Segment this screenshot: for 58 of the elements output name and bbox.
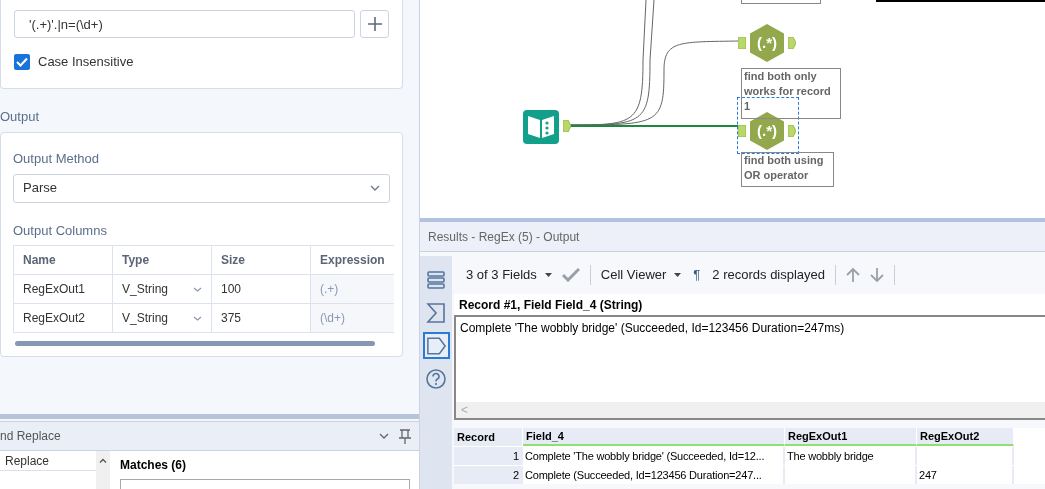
- column-header[interactable]: Field_4: [523, 428, 785, 446]
- checkmark-icon[interactable]: [561, 268, 580, 282]
- column-header[interactable]: RegExOut1: [785, 428, 917, 446]
- book-icon[interactable]: [523, 108, 559, 144]
- fields-dropdown[interactable]: 3 of 3 Fields: [466, 265, 552, 285]
- field-label: Output Columns: [13, 221, 108, 240]
- scroll-up-icon[interactable]: [99, 458, 107, 463]
- input-anchor[interactable]: [738, 125, 746, 137]
- tag-icon[interactable]: [422, 332, 450, 359]
- column-header: Type: [113, 246, 212, 275]
- chevron-icon[interactable]: [379, 433, 389, 439]
- chevron-icon: [193, 286, 202, 292]
- caret-icon: [544, 273, 552, 277]
- records-count: 2 records displayed: [712, 266, 826, 285]
- caret-icon: [674, 273, 682, 277]
- chevron-icon: [370, 185, 380, 191]
- viewer-dropdown[interactable]: Cell Viewer: [600, 265, 682, 285]
- type-dropdown[interactable]: V_String: [113, 275, 212, 304]
- scrollbar[interactable]: [15, 341, 375, 346]
- annotation: find both only works for record 1: [741, 68, 841, 119]
- field-label: Output Method: [13, 150, 100, 168]
- table-cell: 247: [917, 466, 1014, 484]
- column-header[interactable]: Record: [454, 428, 523, 446]
- regex-field[interactable]: '(.+)'.|n=(\d+): [14, 10, 355, 38]
- pilcrow-button[interactable]: ¶: [691, 265, 703, 285]
- add-button[interactable]: [360, 10, 389, 38]
- section-heading: Output: [0, 107, 41, 126]
- output-anchor[interactable]: [563, 120, 571, 132]
- panel-title: Results - RegEx (5) - Output: [428, 228, 580, 246]
- table-cell: Complete 'The wobbly bridge' (Succeeded, Id=12...: [523, 447, 785, 465]
- table-cell: (.+): [311, 275, 394, 304]
- table-cell: The wobbly bridge: [785, 447, 917, 465]
- pin-icon[interactable]: [399, 428, 411, 444]
- plus-icon: [367, 17, 382, 31]
- down-arrow-icon[interactable]: [870, 267, 885, 283]
- matches-heading: Matches (6): [120, 457, 188, 474]
- annotation: find both using OR operator: [741, 152, 834, 187]
- table-cell: RegExOut1: [14, 275, 113, 304]
- row-number: 2: [454, 466, 523, 484]
- table-cell: RegExOut2: [14, 304, 113, 333]
- checkbox-label: Case Insensitive: [38, 53, 134, 71]
- column-header: Name: [14, 246, 113, 275]
- cell-value: Complete 'The wobbly bridge' (Succeeded, Id=123456 Duration=247ms): [459, 320, 846, 337]
- type-dropdown[interactable]: V_String: [113, 304, 212, 333]
- column-header: Size: [212, 246, 311, 275]
- column-header[interactable]: RegExOut2: [917, 428, 1014, 446]
- input-anchor[interactable]: [738, 37, 746, 49]
- row-number: 1: [454, 447, 523, 465]
- table-cell: Complete (Succeeded, Id=123456 Duration=247...: [523, 466, 785, 484]
- output-anchor[interactable]: [788, 125, 796, 137]
- up-arrow-icon[interactable]: [846, 267, 861, 283]
- output-method-dropdown[interactable]: Parse: [13, 173, 390, 203]
- table-cell: (\d+): [311, 304, 394, 333]
- output-anchor[interactable]: [788, 37, 796, 49]
- chevron-icon: [193, 315, 202, 321]
- cell-title: Record #1, Field Field_4 (String): [458, 296, 644, 314]
- panel-title: nd Replace: [0, 428, 61, 445]
- checkbox[interactable]: [14, 53, 30, 70]
